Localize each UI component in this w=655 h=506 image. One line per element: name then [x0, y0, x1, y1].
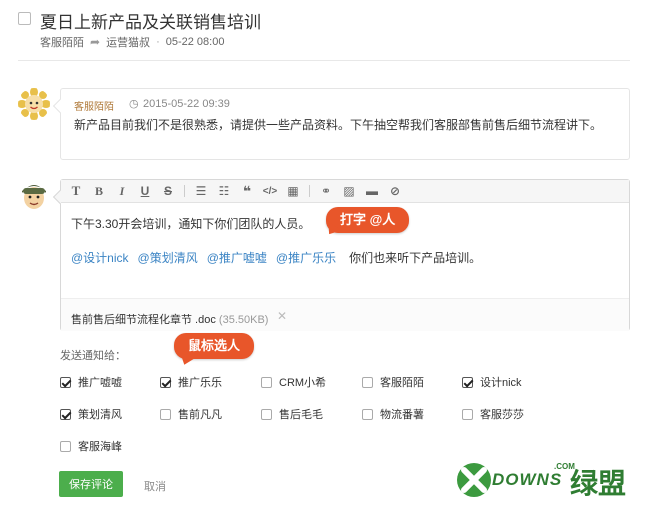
image-icon[interactable]: ▨ [342, 184, 356, 198]
watermark-brand: DOWNS [492, 470, 563, 489]
cancel-link[interactable]: 取消 [144, 478, 166, 494]
comment-editor[interactable]: T B I U S ☰ ☷ ❝ </> ▦ ⚭ ▨ ▬ ⊘ 下午3.30开会培训… [52, 179, 630, 331]
notify-option[interactable]: 售后毛毛 [261, 406, 323, 422]
header-divider [18, 60, 630, 61]
checkbox[interactable] [160, 376, 171, 388]
attachment-name: 售前售后细节流程化章节 .doc [71, 314, 216, 326]
notify-option[interactable]: 推广乐乐 [160, 374, 222, 390]
clock-icon: ◷ [129, 98, 139, 110]
code-icon[interactable]: </> [263, 184, 277, 198]
link-icon[interactable]: ⚭ [319, 184, 333, 198]
mention-link[interactable]: @推广乐乐 [276, 249, 336, 266]
task-time: 05-22 08:00 [165, 36, 225, 48]
mouse-callout: 鼠标选人 [174, 333, 255, 368]
comment-content: 新产品目前我们不是很熟悉，请提供一些产品资料。下午抽空帮我们客服部售前售后细节流… [74, 118, 603, 132]
attachment-file[interactable]: 售前售后细节流程化章节 .doc (35.50KB) [71, 311, 268, 327]
notify-label: 发送通知给： [60, 350, 126, 362]
notify-option[interactable]: 客服陌陌 [362, 374, 424, 390]
notify-option[interactable]: 客服海峰 [60, 438, 122, 454]
task-author[interactable]: 客服陌陌 [40, 34, 84, 50]
checkbox[interactable] [60, 408, 71, 420]
editor-line-1: 下午3.30开会培训，通知下你们团队的人员。 [71, 217, 311, 231]
unordered-list-icon[interactable]: ☷ [217, 184, 231, 198]
typing-callout-text: 打字 @人 [340, 212, 396, 227]
typing-callout: 打字 @人 [322, 207, 410, 239]
checkbox[interactable] [261, 408, 272, 420]
checkbox[interactable] [462, 376, 473, 388]
notify-option[interactable]: 策划清风 [60, 406, 122, 422]
text-format-icon[interactable]: T [69, 183, 83, 198]
comment-time: 2015-05-22 09:39 [143, 98, 230, 110]
notify-option[interactable]: 推广嘘嘘 [60, 374, 122, 390]
mention-link[interactable]: @推广嘘嘘 [207, 249, 267, 266]
watermark-logo-icon [457, 463, 491, 497]
attachment-size: (35.50KB) [218, 314, 269, 326]
current-user-avatar[interactable] [18, 179, 50, 211]
notify-option[interactable]: 物流番薯 [362, 406, 424, 422]
editor-line-2-text: 你们也来听下产品培训。 [349, 251, 482, 265]
italic-icon[interactable]: I [115, 184, 129, 198]
strikethrough-icon[interactable]: S [161, 184, 175, 198]
forward-arrow-icon: ➦ [90, 35, 101, 49]
bold-icon[interactable]: B [92, 184, 106, 198]
notify-option[interactable]: 设计nick [462, 374, 522, 390]
notify-option[interactable]: 售前凡凡 [160, 406, 222, 422]
editor-line-2: @设计nick @策划清风 @推广嘘嘘 @推广乐乐 你们也来听下产品培训。 [71, 249, 481, 266]
mention-link[interactable]: @策划清风 [138, 249, 198, 266]
comment-card: 客服陌陌 ◷ 2015-05-22 09:39 新产品目前我们不是很熟悉，请提供… [52, 88, 630, 160]
remove-attachment-icon[interactable]: ✕ [277, 309, 287, 323]
site-watermark: DOWNS .COM 绿盟 [452, 458, 652, 504]
task-title: 夏日上新产品及关联销售培训 [40, 13, 261, 32]
notify-option[interactable]: CRM小希 [261, 374, 326, 390]
mention-link[interactable]: @设计nick [71, 249, 129, 266]
checkbox[interactable] [60, 440, 71, 452]
checkbox[interactable] [462, 408, 473, 420]
checkbox[interactable] [362, 408, 373, 420]
attachment-icon[interactable]: ⊘ [388, 184, 402, 198]
editor-toolbar: T B I U S ☰ ☷ ❝ </> ▦ ⚭ ▨ ▬ ⊘ [61, 180, 629, 203]
notify-option[interactable]: 客服莎莎 [462, 406, 524, 422]
meta-separator: · [156, 36, 160, 48]
comment-author[interactable]: 客服陌陌 [74, 98, 114, 113]
checkbox[interactable] [261, 376, 272, 388]
checkbox[interactable] [362, 376, 373, 388]
watermark-cn: 绿盟 [570, 468, 627, 499]
checkbox[interactable] [60, 376, 71, 388]
commenter-avatar[interactable] [18, 88, 50, 120]
task-assignee[interactable]: 运营猫叔 [106, 34, 150, 50]
ordered-list-icon[interactable]: ☰ [194, 184, 208, 198]
table-icon[interactable]: ▦ [286, 184, 300, 198]
mouse-callout-text: 鼠标选人 [188, 338, 241, 353]
task-checkbox[interactable] [18, 12, 31, 25]
task-meta: 客服陌陌 ➦ 运营猫叔 · 05-22 08:00 [40, 34, 224, 50]
attachment-bar: 售前售后细节流程化章节 .doc (35.50KB) ✕ [61, 298, 629, 331]
checkbox[interactable] [160, 408, 171, 420]
underline-icon[interactable]: U [138, 184, 152, 198]
save-comment-button[interactable]: 保存评论 [59, 471, 123, 497]
horizontal-rule-icon[interactable]: ▬ [365, 184, 379, 198]
quote-icon[interactable]: ❝ [240, 183, 254, 199]
